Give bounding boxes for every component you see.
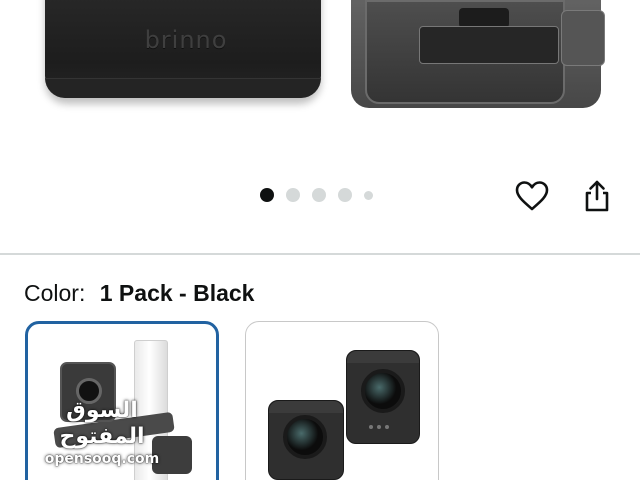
status-led — [377, 425, 381, 429]
product-image-case: brinno — [15, 0, 321, 110]
variation-swatch[interactable] — [245, 321, 439, 480]
camera-front — [268, 400, 344, 480]
camera-lens — [76, 378, 102, 404]
section-divider — [0, 253, 640, 255]
carousel-dot[interactable] — [312, 188, 326, 202]
variation-swatch-selected[interactable] — [25, 321, 219, 480]
color-selection-row: Color: 1 Pack - Black — [24, 279, 254, 307]
brand-logo: brinno — [144, 26, 228, 54]
favorite-button[interactable] — [514, 180, 550, 216]
mounted-camera — [60, 362, 116, 422]
camera-case-lip — [45, 78, 321, 98]
housing-slot — [419, 26, 559, 64]
carousel-page-indicator — [260, 188, 373, 202]
share-icon — [582, 179, 612, 218]
status-led — [369, 425, 373, 429]
carousel-dot[interactable] — [286, 188, 300, 202]
camera-back — [346, 350, 420, 444]
carousel-dot[interactable] — [338, 188, 352, 202]
heart-icon — [515, 180, 549, 217]
housing-knob — [459, 8, 509, 28]
selected-color-value: 1 Pack - Black — [99, 280, 255, 306]
housing-front — [365, 0, 565, 104]
carousel-dot-active[interactable] — [260, 188, 274, 202]
product-image-gallery[interactable]: brinno — [0, 0, 640, 175]
carousel-dot[interactable] — [364, 190, 373, 200]
color-label: Color: — [24, 280, 86, 306]
share-button[interactable] — [579, 180, 615, 216]
product-image-housing — [345, 0, 615, 112]
camera-lens — [361, 369, 405, 413]
camera-lens — [283, 415, 327, 459]
status-led — [385, 425, 389, 429]
mount-clamp — [152, 436, 192, 474]
housing-clip — [561, 10, 605, 66]
